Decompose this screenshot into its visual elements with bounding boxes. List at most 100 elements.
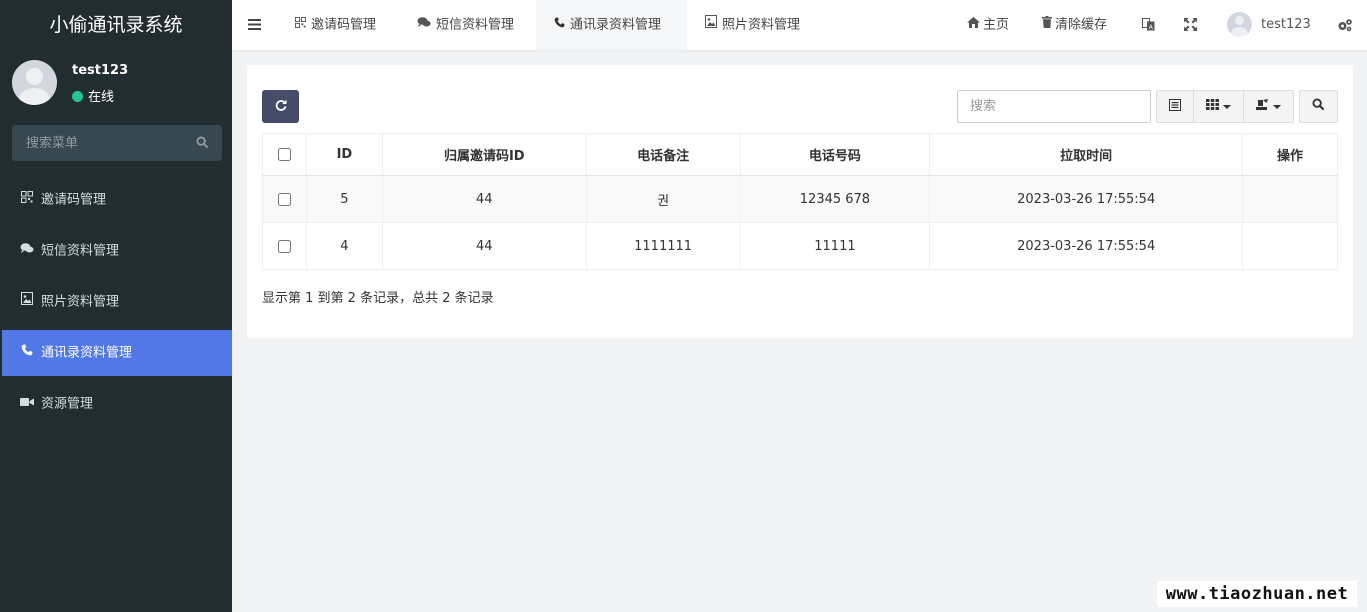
topnav-username: test123 [1261,17,1311,32]
chevron-down-icon [1273,104,1281,109]
image-icon [20,279,34,325]
user-name: test123 [72,63,129,78]
home-label: 主页 [983,17,1010,33]
avatar [1227,12,1252,37]
cell-note: 권 [585,175,741,223]
table-row: 4 44 1111111 11111 2023-03-26 17:55:54 [262,222,1338,270]
column-header-note[interactable]: 电话备注 [585,133,741,176]
select-all-checkbox[interactable] [277,148,291,161]
menu-bars-icon [248,17,261,32]
sidebar-search [12,125,222,161]
chevron-down-icon [1223,104,1231,109]
online-status-dot-icon [72,91,83,102]
cell-invite-id: 44 [381,222,587,270]
image-icon [705,0,717,50]
sidebar-item-label: 短信资料管理 [41,243,120,259]
table-row: 5 44 권 12345 678 2023-03-26 17:55:54 [262,175,1338,223]
export-button[interactable] [1244,90,1294,123]
sidebar-item-contacts[interactable]: 通讯录资料管理 [2,330,232,376]
refresh-icon [275,99,287,114]
column-header-invite-id[interactable]: 归属邀请码ID [381,133,587,176]
row-select-cell [262,175,307,223]
sidebar-item-sms[interactable]: 短信资料管理 [0,228,232,274]
cell-invite-id: 44 [381,175,587,223]
user-panel: test123 在线 [0,50,232,116]
th-icon [1206,99,1219,114]
watermark: www.tiaozhuan.net [1157,581,1357,607]
video-icon [20,381,34,427]
sidebar-item-label: 通讯录资料管理 [41,345,133,361]
sidebar-item-label: 邀请码管理 [41,192,107,208]
tab-invite-codes[interactable]: 邀请码管理 [295,0,376,50]
sidebar-menu: 邀请码管理 短信资料管理 照片资料管理 通讯录资料管理 资源管理 [0,177,232,432]
top-navbar: 邀请码管理 短信资料管理 通讯录资料管理 照片资料管理 主页 清除缓存 A te… [232,0,1367,50]
user-menu[interactable]: test123 [1227,0,1311,50]
fullscreen-button[interactable] [1184,0,1197,50]
content-panel: ID 归属邀请码ID 电话备注 电话号码 拉取时间 操作 5 44 권 1234… [247,65,1353,338]
cell-id: 4 [305,222,383,270]
search-button[interactable] [1299,90,1338,123]
cell-actions [1242,175,1338,223]
tab-contacts[interactable]: 通讯录资料管理 [536,0,687,50]
tab-label: 邀请码管理 [311,17,377,33]
table-search-input[interactable] [958,91,1150,122]
clear-cache-button[interactable]: 清除缓存 [1042,0,1107,50]
search-icon [1312,98,1325,115]
user-status: 在线 [72,86,114,105]
row-checkbox[interactable] [277,192,291,206]
column-header-id[interactable]: ID [305,133,383,176]
user-status-label: 在线 [88,90,115,105]
refresh-button[interactable] [262,90,299,123]
sidebar-item-resources[interactable]: 资源管理 [0,381,232,427]
tab-label: 通讯录资料管理 [570,17,662,33]
comments-icon [20,228,34,274]
pagination-summary: 显示第 1 到第 2 条记录，总共 2 条记录 [262,291,494,306]
cell-id: 5 [305,175,383,223]
clear-cache-label: 清除缓存 [1055,17,1108,33]
language-button[interactable]: A [1142,0,1155,50]
sidebar-item-invite-codes[interactable]: 邀请码管理 [0,177,232,223]
expand-icon [1184,17,1197,32]
sidebar-search-input[interactable] [12,125,192,161]
tab-label: 短信资料管理 [436,17,515,33]
qrcode-icon [295,0,306,50]
phone-icon [20,330,34,376]
list-alt-icon [1169,98,1181,115]
search-icon[interactable] [196,136,209,153]
cell-note: 1111111 [585,222,741,270]
export-icon [1256,98,1269,115]
sidebar-item-label: 资源管理 [41,396,94,412]
cell-phone: 11111 [739,222,931,270]
comments-icon [417,0,431,50]
row-select-cell [262,222,307,270]
trash-icon [1042,0,1052,50]
phone-icon [554,0,565,50]
sidebar-item-label: 照片资料管理 [41,294,120,310]
table-header-row: ID 归属邀请码ID 电话备注 电话号码 拉取时间 操作 [262,133,1338,176]
column-header-time[interactable]: 拉取时间 [929,133,1244,176]
column-header-actions: 操作 [1242,133,1338,176]
cell-phone: 12345 678 [739,175,931,223]
row-checkbox[interactable] [277,239,291,253]
columns-button[interactable] [1194,90,1244,123]
tab-photos[interactable]: 照片资料管理 [705,0,800,50]
home-link[interactable]: 主页 [967,0,1009,50]
avatar [12,60,57,105]
qrcode-icon [20,177,34,223]
table-search [957,90,1151,123]
settings-button[interactable] [1337,0,1353,50]
toggle-view-button[interactable] [1156,90,1194,123]
sidebar-toggle-button[interactable] [248,0,261,50]
gears-icon [1337,17,1353,32]
tab-label: 照片资料管理 [722,17,801,33]
home-icon [967,0,980,50]
translate-icon: A [1142,17,1155,32]
column-header-phone[interactable]: 电话号码 [739,133,931,176]
cell-time: 2023-03-26 17:55:54 [929,175,1244,223]
cell-time: 2023-03-26 17:55:54 [929,222,1244,270]
sidebar: 小偷通讯录系统 test123 在线 邀请码管理 短信资料管理 照片资料管理 通… [0,0,232,612]
app-title: 小偷通讯录系统 [0,0,232,50]
cell-actions [1242,222,1338,270]
tab-sms[interactable]: 短信资料管理 [417,0,514,50]
sidebar-item-photos[interactable]: 照片资料管理 [0,279,232,325]
